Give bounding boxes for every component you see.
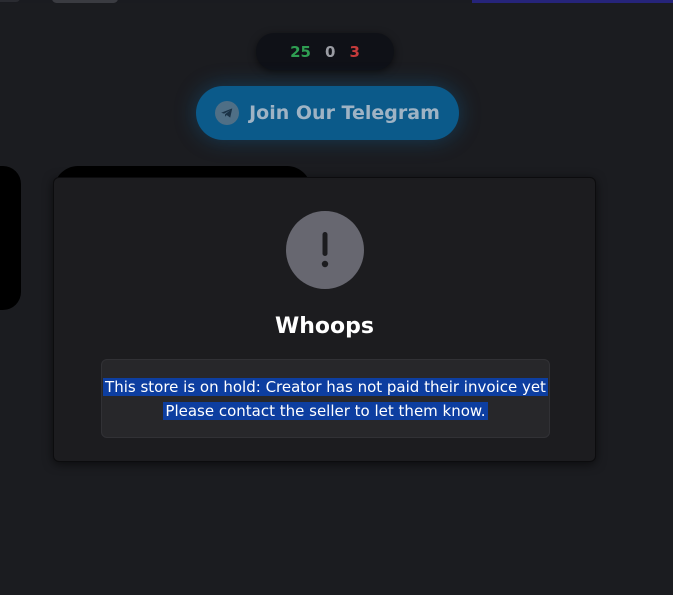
exclamation-icon [286, 211, 364, 289]
message-line-2: Please contact the seller to let them kn… [163, 401, 488, 420]
stat-green: 25 [290, 42, 311, 61]
stats-pill: 25 0 3 [256, 33, 394, 70]
alert-modal: Whoops This store is on hold: Creator ha… [53, 177, 596, 462]
message-box: This store is on hold: Creator has not p… [101, 359, 550, 438]
join-telegram-button[interactable]: Join Our Telegram [196, 86, 459, 140]
top-accent-bar [472, 0, 673, 3]
stat-gray: 0 [325, 42, 336, 61]
top-strip [0, 0, 673, 3]
telegram-icon [215, 101, 240, 125]
join-telegram-label: Join Our Telegram [249, 102, 440, 124]
background-card-left [0, 166, 21, 310]
modal-title: Whoops [275, 314, 374, 339]
top-pill-left [0, 0, 20, 2]
stat-red: 3 [349, 42, 360, 61]
message-line-1: This store is on hold: Creator has not p… [103, 377, 548, 396]
top-pill [52, 0, 118, 3]
